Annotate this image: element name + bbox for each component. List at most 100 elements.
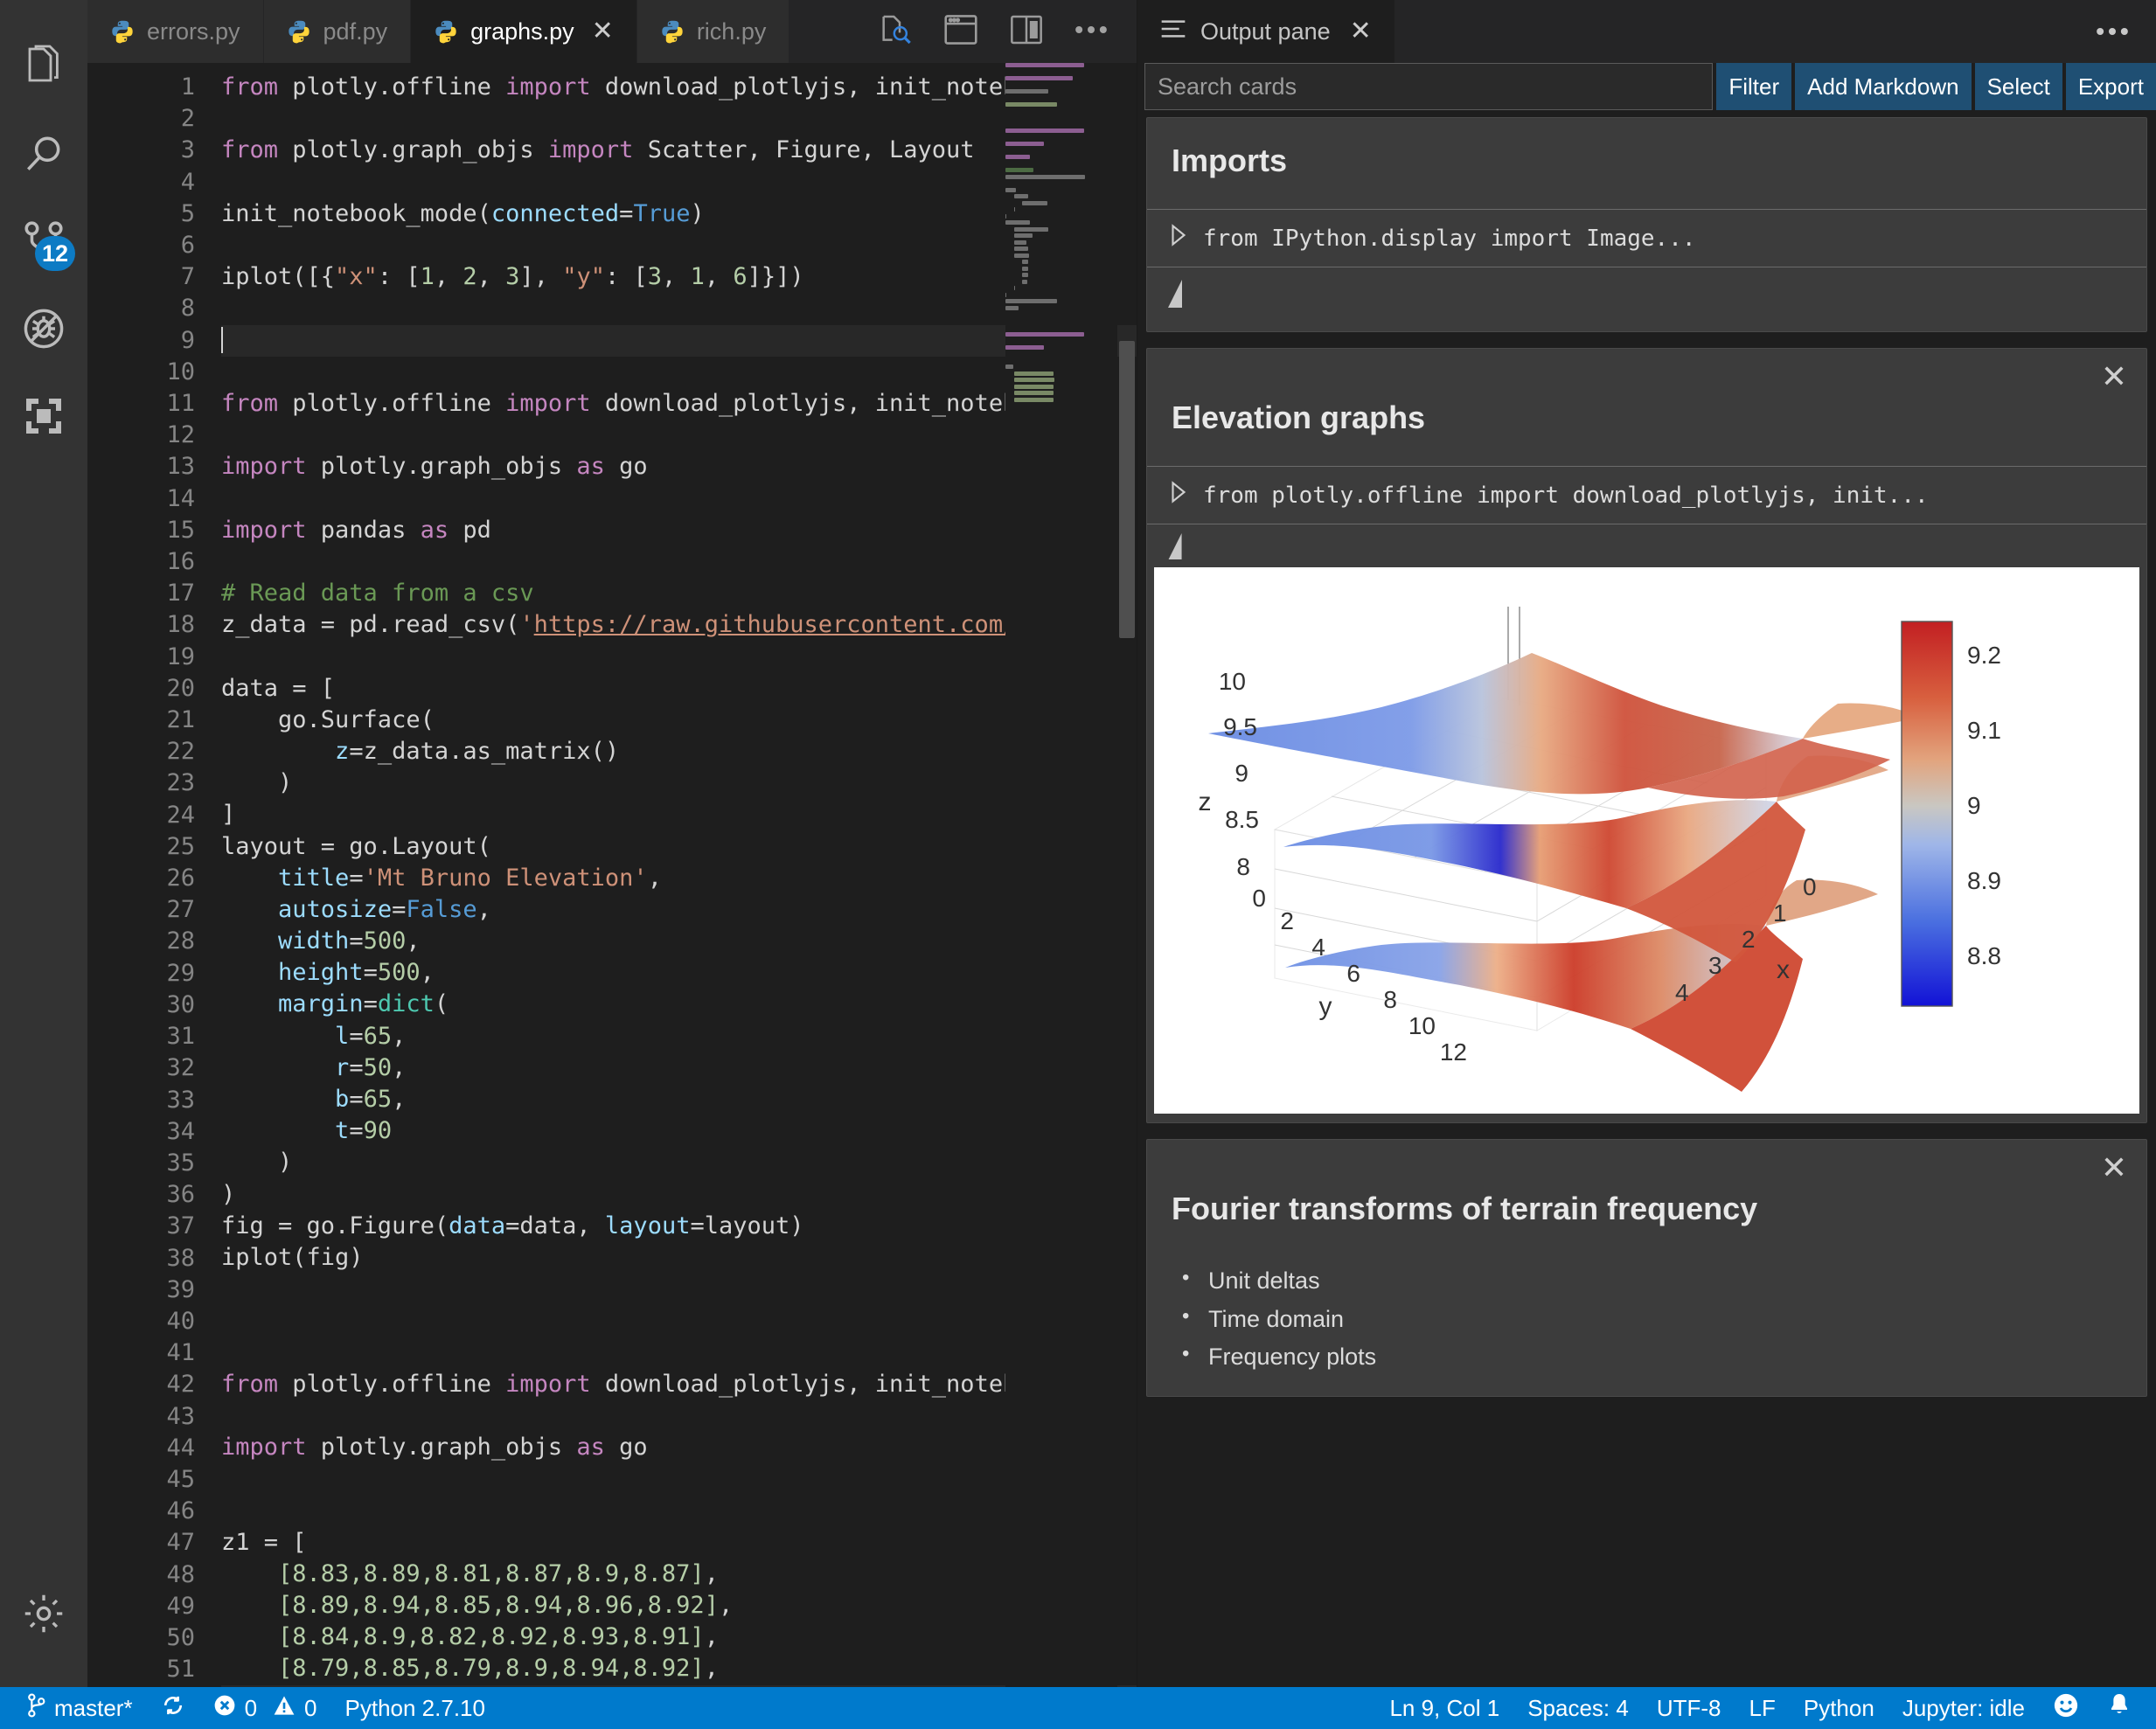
code-line[interactable]: layout = go.Layout(: [221, 831, 1137, 863]
status-problems[interactable]: 0 0: [199, 1694, 331, 1723]
code-line[interactable]: height=500,: [221, 957, 1137, 989]
expand-triangle-icon[interactable]: [1170, 224, 1187, 253]
tab-output-pane[interactable]: Output pane ✕: [1137, 0, 1394, 63]
code-line[interactable]: import plotly.graph_objs as go: [221, 451, 1137, 483]
code-line[interactable]: [221, 641, 1137, 672]
status-language-mode[interactable]: Python: [1790, 1695, 1888, 1722]
code-line[interactable]: r=50,: [221, 1052, 1137, 1084]
code-line[interactable]: go.Surface(: [221, 705, 1137, 736]
code-line[interactable]: # Read data from a csv: [221, 578, 1137, 609]
settings-button[interactable]: [0, 1570, 87, 1657]
more-actions-icon[interactable]: [1074, 24, 1109, 40]
code-line[interactable]: [221, 1305, 1137, 1337]
tab-errors-py[interactable]: errors.py: [87, 0, 264, 63]
code-line[interactable]: data = [: [221, 673, 1137, 705]
export-button[interactable]: Export: [2065, 63, 2156, 110]
code-line[interactable]: from plotly.offline import download_plot…: [221, 1369, 1137, 1400]
code-line[interactable]: [221, 293, 1137, 324]
code-line[interactable]: from plotly.graph_objs import Scatter, F…: [221, 135, 1137, 166]
card-code-row[interactable]: from IPython.display import Image...: [1147, 209, 2146, 267]
code-line[interactable]: [221, 230, 1137, 261]
editor-scrollbar[interactable]: [1117, 63, 1137, 1687]
card-close-icon[interactable]: ✕: [2101, 1152, 2127, 1184]
plot-container[interactable]: 10 9.5 9 8.5 8 z 0 2 4 6 8 10 12 y 0 1 2…: [1154, 567, 2139, 1114]
code-line[interactable]: [221, 357, 1137, 388]
tab-pdf-py[interactable]: pdf.py: [263, 0, 412, 63]
code-editor[interactable]: 1 2 3 4 5 6 7 8 9 10 11 12 13 14 15 16 17 18 19 20 21 22 23 24 2…: [87, 63, 1137, 1687]
code-line[interactable]: [8.83,8.89,8.81,8.87,8.9,8.87],: [221, 1559, 1137, 1590]
code-line[interactable]: [221, 546, 1137, 578]
code-text[interactable]: from plotly.offline import download_plot…: [214, 63, 1137, 1687]
code-line[interactable]: [8.89,8.94,8.85,8.94,8.96,8.92],: [221, 1590, 1137, 1621]
code-line[interactable]: iplot(fig): [221, 1242, 1137, 1274]
code-line[interactable]: [221, 483, 1137, 514]
code-line[interactable]: z1 = [: [221, 1527, 1137, 1559]
filter-button[interactable]: Filter: [1716, 63, 1792, 110]
status-indentation[interactable]: Spaces: 4: [1513, 1695, 1643, 1722]
status-git-branch[interactable]: master*: [12, 1692, 147, 1724]
code-line[interactable]: [221, 420, 1137, 451]
card-code-row[interactable]: from plotly.offline import download_plot…: [1147, 466, 2146, 524]
elevation-3d-surface-plot[interactable]: 10 9.5 9 8.5 8 z 0 2 4 6 8 10 12 y 0 1 2…: [1154, 567, 2107, 1114]
code-line[interactable]: title='Mt Bruno Elevation',: [221, 863, 1137, 894]
code-line[interactable]: margin=dict(: [221, 989, 1137, 1020]
card-close-icon[interactable]: ✕: [2101, 361, 2127, 392]
code-line[interactable]: fig = go.Figure(data=data, layout=layout…: [221, 1211, 1137, 1242]
code-line[interactable]: autosize=False,: [221, 894, 1137, 926]
select-button[interactable]: Select: [1974, 63, 2062, 110]
code-line[interactable]: init_notebook_mode(connected=True): [221, 198, 1137, 230]
resize-triangle-icon[interactable]: [1166, 533, 1186, 559]
sidebar-item-search[interactable]: [0, 110, 87, 198]
code-line[interactable]: import plotly.graph_objs as go: [221, 1432, 1137, 1463]
status-sync[interactable]: [147, 1693, 199, 1724]
sidebar-item-debug[interactable]: [0, 285, 87, 372]
status-notifications[interactable]: [2093, 1692, 2146, 1725]
status-python-version[interactable]: Python 2.7.10: [331, 1695, 499, 1722]
code-line[interactable]: [221, 1400, 1137, 1432]
code-line[interactable]: ): [221, 1147, 1137, 1178]
code-line[interactable]: l=65,: [221, 1021, 1137, 1052]
code-line[interactable]: z_data = pd.read_csv('https://raw.github…: [221, 609, 1137, 641]
open-window-icon[interactable]: [942, 13, 979, 51]
code-line[interactable]: [221, 1495, 1137, 1526]
status-encoding[interactable]: UTF-8: [1643, 1695, 1735, 1722]
status-feedback[interactable]: [2039, 1692, 2093, 1725]
code-line[interactable]: t=90: [221, 1115, 1137, 1147]
code-line[interactable]: from plotly.offline import download_plot…: [221, 388, 1137, 420]
sidebar-item-explorer[interactable]: [0, 23, 87, 110]
sidebar-item-source-control[interactable]: 12: [0, 198, 87, 285]
tab-rich-py[interactable]: rich.py: [636, 0, 790, 63]
add-markdown-button[interactable]: Add Markdown: [1795, 63, 1972, 110]
code-line[interactable]: [8.79,8.85,8.79,8.9,8.94,8.92],: [221, 1653, 1137, 1684]
expand-triangle-icon[interactable]: [1170, 481, 1187, 510]
output-pane-close-icon[interactable]: ✕: [1350, 18, 1372, 45]
code-line[interactable]: ): [221, 1179, 1137, 1211]
code-line[interactable]: iplot([{"x": [1, 2, 3], "y": [3, 1, 6]}]…: [221, 261, 1137, 293]
status-eol[interactable]: LF: [1735, 1695, 1790, 1722]
code-line[interactable]: [8.79,8.88,8.81,8.9,8.95,8.92],: [221, 1684, 1137, 1687]
split-editor-icon[interactable]: [1009, 13, 1044, 51]
code-line[interactable]: [221, 1463, 1137, 1495]
code-line[interactable]: width=500,: [221, 926, 1137, 957]
code-line[interactable]: [221, 103, 1137, 135]
code-line[interactable]: ): [221, 767, 1137, 799]
sidebar-item-extensions[interactable]: [0, 372, 87, 460]
code-line[interactable]: b=65,: [221, 1084, 1137, 1115]
code-line[interactable]: [221, 324, 1137, 357]
code-line[interactable]: [221, 167, 1137, 198]
code-line[interactable]: ]: [221, 799, 1137, 830]
output-pane-more-icon[interactable]: [2069, 0, 2156, 63]
status-cursor-position[interactable]: Ln 9, Col 1: [1375, 1695, 1513, 1722]
open-preview-icon[interactable]: [878, 12, 913, 52]
card-resize-handle[interactable]: [1147, 267, 2146, 331]
status-jupyter[interactable]: Jupyter: idle: [1888, 1695, 2039, 1722]
code-line[interactable]: import pandas as pd: [221, 515, 1137, 546]
editor-scrollbar-thumb[interactable]: [1119, 341, 1135, 638]
code-line[interactable]: [221, 1337, 1137, 1369]
tab-graphs-py[interactable]: graphs.py ✕: [411, 0, 637, 63]
search-cards-input[interactable]: [1144, 63, 1714, 110]
code-line[interactable]: from plotly.offline import download_plot…: [221, 72, 1137, 103]
code-line[interactable]: z=z_data.as_matrix(): [221, 736, 1137, 767]
code-line[interactable]: [8.84,8.9,8.82,8.92,8.93,8.91],: [221, 1621, 1137, 1653]
tab-close-icon[interactable]: ✕: [592, 18, 614, 45]
